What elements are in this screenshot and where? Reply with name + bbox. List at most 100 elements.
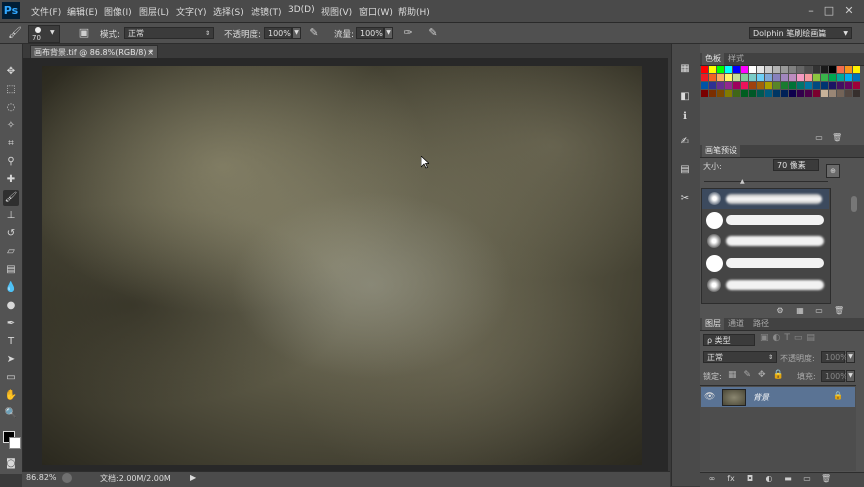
color-swatch[interactable] [749,90,756,97]
stamp-tool-icon[interactable]: ⊥ [3,208,19,224]
healing-brush-tool-icon[interactable]: ✚ [3,172,19,188]
toggle-brush-panel-icon[interactable]: ▦ [795,306,805,316]
brush-size-input[interactable]: 70 像素 [773,159,819,171]
new-group-icon[interactable]: ▬ [783,474,793,484]
menu-item[interactable]: 滤镜(T) [251,5,282,18]
color-swatch[interactable] [797,74,804,81]
brush-panel-icon[interactable]: ✍ [678,135,692,149]
color-swatch[interactable] [765,82,772,89]
color-swatch[interactable] [733,82,740,89]
eye-icon[interactable]: 👁 [704,392,715,402]
color-swatch[interactable] [717,74,724,81]
layer-name[interactable]: 背景 [753,392,769,403]
brush-panel-toggle-icon[interactable]: ▣ [77,26,91,40]
menu-item[interactable]: 帮助(H) [398,5,430,18]
brush-preset-item[interactable] [702,275,726,295]
color-swatch[interactable] [821,66,828,73]
color-swatch[interactable] [845,82,852,89]
color-swatch[interactable] [829,82,836,89]
color-swatch[interactable] [709,90,716,97]
lock-icons[interactable]: ▦✎✥🔒 [728,370,791,380]
layer-style-icon[interactable]: fx [726,474,736,484]
status-icon[interactable] [62,473,72,483]
history-brush-tool-icon[interactable]: ↺ [3,226,19,242]
color-swatch[interactable] [717,66,724,73]
color-swatch[interactable] [797,90,804,97]
color-swatch[interactable] [797,66,804,73]
properties-panel-icon[interactable]: ◧ [678,90,692,104]
pressure-opacity-icon[interactable]: ✎ [307,26,321,40]
flow-dropdown[interactable]: ▼ [384,27,393,39]
document-tab[interactable]: 画布背景.tif @ 86.8%(RGB/8) * × [30,45,158,58]
color-swatch[interactable] [837,66,844,73]
fill-input[interactable]: 100% [821,370,848,382]
gradient-tool-icon[interactable]: ▤ [3,262,19,278]
color-swatch[interactable] [781,66,788,73]
delete-layer-icon[interactable]: 🗑 [821,474,831,484]
color-swatch[interactable] [765,74,772,81]
color-swatch[interactable] [757,66,764,73]
color-swatch[interactable] [845,74,852,81]
color-swatch[interactable] [829,90,836,97]
tab-paths[interactable]: 路径 [750,318,772,330]
color-swatch[interactable] [781,82,788,89]
menu-item[interactable]: 窗口(W) [359,5,393,18]
opacity-input[interactable]: 100% [264,27,292,39]
maximize-button[interactable]: □ [822,4,836,17]
delete-swatch-icon[interactable]: 🗑 [832,133,842,143]
brush-preset-item[interactable] [702,210,726,230]
color-swatch[interactable] [701,82,708,89]
color-swatch[interactable] [709,74,716,81]
tab-swatches[interactable]: 色板 [702,53,724,65]
color-swatch[interactable] [805,90,812,97]
color-swatch[interactable] [845,66,852,73]
tool-presets-icon[interactable]: ✂ [678,192,692,206]
brush-preset-item[interactable] [702,189,726,209]
color-swatch[interactable] [789,90,796,97]
color-swatch[interactable] [821,74,828,81]
color-swatch[interactable] [805,74,812,81]
tab-layers[interactable]: 图层 [702,318,724,330]
menu-item[interactable]: 图层(L) [139,5,169,18]
color-swatch[interactable] [805,66,812,73]
color-swatch[interactable] [741,90,748,97]
color-swatch[interactable] [733,90,740,97]
color-swatch[interactable] [749,74,756,81]
color-swatch[interactable] [749,66,756,73]
color-swatch[interactable] [813,74,820,81]
flow-input[interactable]: 100% [356,27,384,39]
color-swatch[interactable] [701,90,708,97]
history-panel-icon[interactable]: ▦ [678,62,692,76]
zoom-tool-icon[interactable]: 🔍 [3,406,19,422]
fill-dropdown[interactable]: ▼ [846,370,855,382]
color-swatch[interactable] [805,82,812,89]
crop-tool-icon[interactable]: ⌗ [3,136,19,152]
workspace-switcher[interactable]: Dolphin 笔刷绘画篇 ▼ [749,27,852,39]
color-swatch[interactable] [757,74,764,81]
brush-preset-item[interactable] [702,231,726,251]
color-swatch[interactable] [733,66,740,73]
color-swatch[interactable] [749,82,756,89]
brush-preset-item[interactable] [702,253,726,273]
color-swatch[interactable] [853,66,860,73]
document-canvas[interactable] [42,66,642,465]
color-swatch[interactable] [813,90,820,97]
menu-item[interactable]: 图像(I) [104,5,132,18]
pen-tool-icon[interactable]: ✒ [3,316,19,332]
menu-item[interactable]: 视图(V) [321,5,352,18]
color-swatch[interactable] [773,74,780,81]
tab-channels[interactable]: 通道 [725,318,747,330]
color-swatch[interactable] [757,90,764,97]
menu-item[interactable]: 文字(Y) [176,5,207,18]
color-swatch[interactable] [829,74,836,81]
info-panel-icon[interactable]: ℹ [678,110,692,124]
color-swatch[interactable] [725,82,732,89]
menu-item[interactable]: 选择(S) [213,5,244,18]
color-swatch[interactable] [773,82,780,89]
brush-preset-picker[interactable]: 70 ▼ [28,25,60,43]
color-swatch[interactable] [813,66,820,73]
color-swatch[interactable] [853,90,860,97]
color-swatch[interactable] [741,74,748,81]
color-swatch[interactable] [829,66,836,73]
status-menu-arrow-icon[interactable]: ▶ [190,473,196,482]
